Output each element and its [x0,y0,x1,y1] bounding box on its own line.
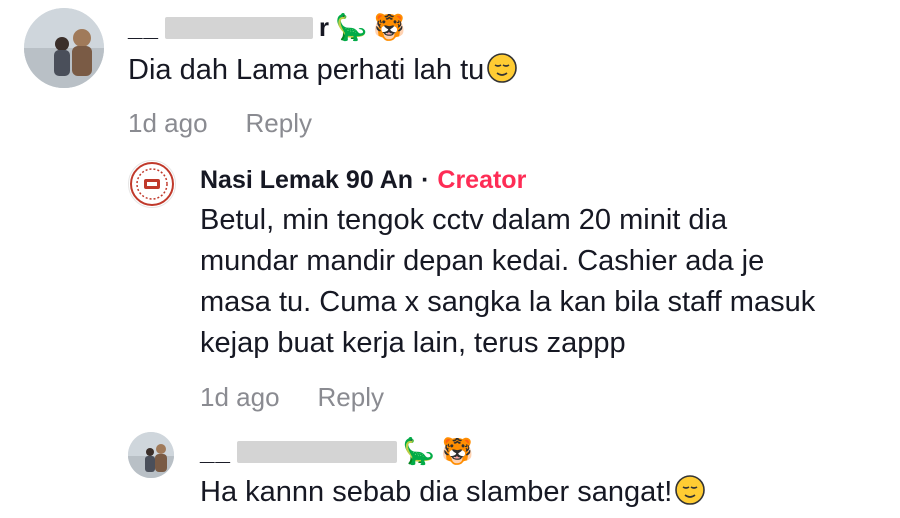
comment-1-meta: 1d ago Reply [128,108,312,139]
comment-3-username-row[interactable]: __ 🦕 🐯 [200,436,474,467]
cat-face-icon: 🐯 [441,436,474,467]
avatar-user-1[interactable] [24,8,104,88]
comment-1-username-row[interactable]: __ r 🦕 🐯 [128,12,406,43]
dinosaur-icon: 🦕 [335,12,368,43]
creator-username: Nasi Lemak 90 An [200,166,414,194]
avatar-photo [24,8,104,88]
username-suffix: r [318,12,330,42]
comment-2-line: Betul, min tengok cctv dalam 20 minit di… [200,204,728,236]
comment-2-line: mundar mandir depan kedai. Cashier ada j… [200,245,765,277]
cat-face-icon: 🐯 [373,12,406,43]
comment-2-line: kejap buat kerja lain, terus zappp [200,327,626,359]
username-redaction [164,16,313,39]
username-prefix: __ [200,436,231,466]
avatar-photo [128,432,174,478]
comment-3-text: Ha kannn sebab dia slamber sangat! [200,472,706,513]
creator-badge: Creator [437,166,527,194]
username-redaction [236,440,397,463]
username-prefix: __ [128,12,159,42]
avatar-user-3[interactable] [128,432,174,478]
creator-logo [130,162,174,206]
comment-2-meta: 1d ago Reply [200,382,384,413]
comment-1-reply-button[interactable]: Reply [246,108,312,139]
comment-2-line: masa tu. Cuma x sangka la kan bila staff… [200,286,816,318]
relieved-face-icon [487,53,518,83]
comment-2-text: Betul, min tengok cctv dalam 20 minit di… [200,200,815,364]
dinosaur-icon: 🦕 [402,436,436,467]
avatar-creator[interactable] [128,160,176,208]
comment-1-text: Dia dah Lama perhati lah tu [128,50,518,91]
comment-2-username-row[interactable]: Nasi Lemak 90 An · Creator [200,166,526,195]
comment-2-reply-button[interactable]: Reply [318,382,384,413]
comment-2-timestamp: 1d ago [200,382,280,412]
relieved-face-icon [675,475,706,505]
comment-1-timestamp: 1d ago [128,108,208,138]
separator-dot: · [421,166,430,194]
